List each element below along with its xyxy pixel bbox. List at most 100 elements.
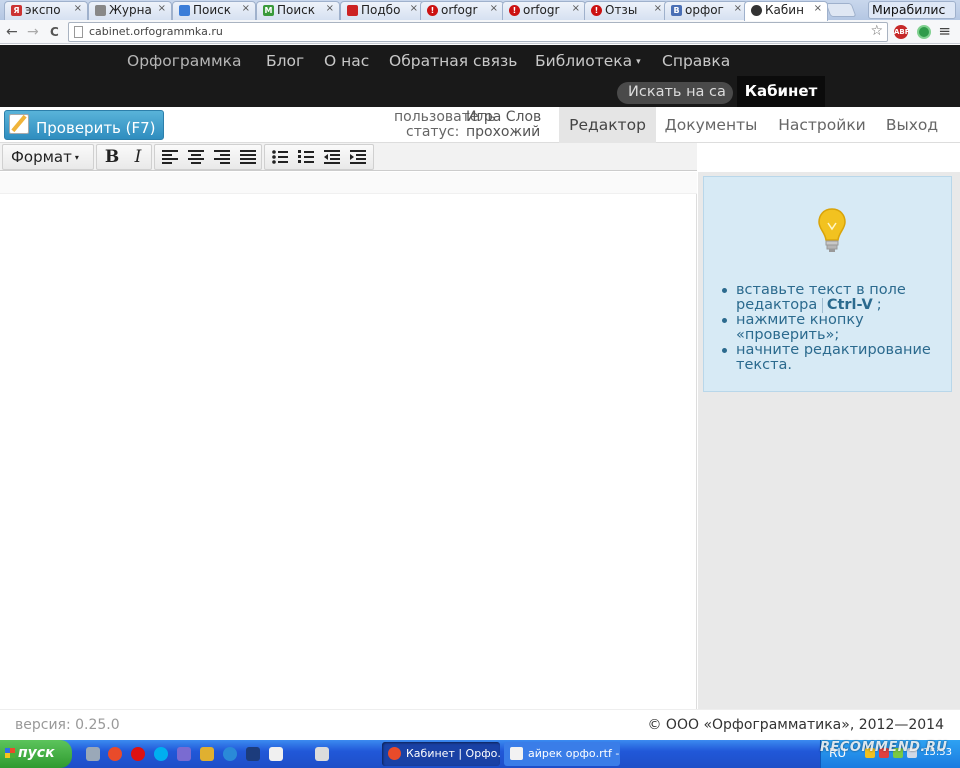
alignment-group bbox=[154, 144, 262, 170]
chrome-icon[interactable] bbox=[108, 747, 122, 761]
tab-editor[interactable]: Редактор bbox=[559, 107, 656, 143]
browser-tab[interactable]: Поиск × bbox=[172, 1, 256, 20]
ie-icon[interactable] bbox=[223, 747, 237, 761]
indent-icon[interactable] bbox=[347, 147, 369, 167]
nav-item-feedback[interactable]: Обратная связь bbox=[389, 52, 517, 70]
adblock-icon[interactable]: ABP bbox=[894, 25, 910, 39]
vk-icon: B bbox=[671, 5, 682, 16]
chevron-down-icon: ▾ bbox=[636, 57, 641, 67]
windows-logo-icon bbox=[5, 748, 15, 758]
user-status: прохожий bbox=[466, 124, 541, 140]
align-center-icon[interactable] bbox=[185, 147, 207, 167]
browser-tab[interactable]: Подбо × bbox=[340, 1, 424, 20]
close-icon[interactable]: × bbox=[490, 3, 498, 14]
browser-tab[interactable]: ! orfogr × bbox=[420, 1, 504, 20]
desktop-icon[interactable] bbox=[86, 747, 100, 761]
back-icon[interactable]: ← bbox=[6, 23, 18, 41]
yandex-icon: Я bbox=[11, 5, 22, 16]
notepad-icon[interactable] bbox=[315, 747, 329, 761]
opera-icon[interactable] bbox=[131, 747, 145, 761]
chart-icon bbox=[347, 5, 358, 16]
taskbar-item-browser[interactable]: Кабинет | Орфо... bbox=[382, 742, 500, 766]
site-search-input[interactable]: Искать на са bbox=[617, 82, 733, 104]
nav-item-library[interactable]: Библиотека ▾ bbox=[535, 52, 641, 70]
user-info: пользователь статус: Игра Слов прохожий bbox=[394, 110, 541, 140]
help-sidebar: вставьте текст в поле редактора Ctrl-V; … bbox=[698, 172, 960, 709]
close-icon[interactable]: × bbox=[410, 3, 418, 14]
document-icon[interactable] bbox=[269, 747, 283, 761]
taskbar-item-label: айрек орфо.rtf -... bbox=[528, 747, 620, 760]
close-icon[interactable]: × bbox=[158, 3, 166, 14]
nav-item-about[interactable]: О нас bbox=[324, 52, 369, 70]
browser-toolbar: ← → C cabinet.orfogrammka.ru ☆ ABP ≡ bbox=[0, 20, 960, 44]
new-tab-button[interactable] bbox=[825, 3, 857, 17]
hint-box: вставьте текст в поле редактора Ctrl-V; … bbox=[703, 176, 952, 392]
tab-logout[interactable]: Выход bbox=[878, 107, 946, 143]
site-footer: версия: 0.25.0 © ООО «Орфограмматика», 2… bbox=[0, 709, 960, 740]
close-icon[interactable]: × bbox=[242, 3, 250, 14]
copyright-text: © ООО «Орфограмматика», 2012—2014 bbox=[647, 717, 944, 733]
browser-tab-label: Поиск bbox=[277, 3, 316, 17]
nav-item-cabinet[interactable]: Кабинет bbox=[737, 76, 825, 107]
version-text: версия: 0.25.0 bbox=[15, 717, 120, 733]
close-icon[interactable]: × bbox=[654, 3, 662, 14]
loading-icon bbox=[179, 5, 190, 16]
outdent-icon[interactable] bbox=[321, 147, 343, 167]
bookmark-star-icon[interactable]: ☆ bbox=[870, 23, 883, 39]
tool-icon[interactable] bbox=[200, 747, 214, 761]
close-icon[interactable]: × bbox=[734, 3, 742, 14]
browser-tab-label: orfogr bbox=[523, 3, 560, 17]
messenger-icon[interactable] bbox=[177, 747, 191, 761]
align-justify-icon[interactable] bbox=[237, 147, 259, 167]
menu-icon[interactable]: ≡ bbox=[938, 24, 951, 39]
profile-name[interactable]: Мирабилис bbox=[868, 1, 956, 19]
browser-tab-label: экспо bbox=[25, 3, 61, 17]
list-group bbox=[264, 144, 374, 170]
format-dropdown-label: Формат bbox=[11, 148, 72, 166]
browser-tab[interactable]: B орфог × bbox=[664, 1, 748, 20]
editor-ruler bbox=[0, 172, 697, 194]
align-right-icon[interactable] bbox=[211, 147, 233, 167]
orfogrammka-icon: ! bbox=[427, 5, 438, 16]
tab-settings[interactable]: Настройки bbox=[770, 107, 874, 143]
tab-documents[interactable]: Документы bbox=[658, 107, 764, 143]
hint-suffix: ; bbox=[876, 297, 882, 313]
forward-icon[interactable]: → bbox=[27, 23, 39, 41]
taskbar-item-document[interactable]: айрек орфо.rtf -... bbox=[504, 742, 620, 766]
lightbulb-icon bbox=[818, 208, 846, 252]
nav-brand[interactable]: Орфограммка bbox=[127, 52, 242, 70]
skype-icon[interactable] bbox=[154, 747, 168, 761]
italic-button[interactable]: I bbox=[127, 147, 149, 167]
format-dropdown[interactable]: Формат ▾ bbox=[2, 144, 94, 170]
browser-tab[interactable]: M Поиск × bbox=[256, 1, 340, 20]
check-button[interactable]: Проверить (F7) bbox=[4, 110, 164, 140]
window-icon[interactable] bbox=[246, 747, 260, 761]
browser-tab[interactable]: Журна × bbox=[88, 1, 172, 20]
bullet-list-icon[interactable] bbox=[269, 147, 291, 167]
editor-textarea[interactable] bbox=[0, 172, 697, 709]
close-icon[interactable]: × bbox=[326, 3, 334, 14]
hint-item: нажмите кнопку «проверить»; bbox=[718, 313, 950, 343]
document-icon bbox=[510, 747, 523, 760]
text-style-group: B I bbox=[96, 144, 152, 170]
orfogrammka-icon: ! bbox=[509, 5, 520, 16]
hint-list: вставьте текст в поле редактора Ctrl-V; … bbox=[718, 283, 950, 373]
close-icon[interactable]: × bbox=[814, 3, 822, 14]
close-icon[interactable]: × bbox=[74, 3, 82, 14]
extension-icon[interactable] bbox=[917, 25, 931, 39]
align-left-icon[interactable] bbox=[159, 147, 181, 167]
browser-tab-active[interactable]: Кабин × bbox=[744, 1, 828, 21]
browser-tab-label: Отзы bbox=[605, 3, 638, 17]
close-icon[interactable]: × bbox=[572, 3, 580, 14]
format-toolbar: Формат ▾ B I bbox=[0, 143, 697, 171]
numbered-list-icon[interactable] bbox=[295, 147, 317, 167]
nav-item-blog[interactable]: Блог bbox=[266, 52, 304, 70]
address-bar[interactable]: cabinet.orfogrammka.ru ☆ bbox=[68, 22, 888, 42]
browser-tab[interactable]: ! orfogr × bbox=[502, 1, 586, 20]
bold-button[interactable]: B bbox=[101, 147, 123, 167]
browser-tab[interactable]: ! Отзы × bbox=[584, 1, 668, 20]
nav-item-help[interactable]: Справка bbox=[662, 52, 730, 70]
start-button[interactable]: пуск bbox=[0, 740, 72, 768]
browser-tab[interactable]: Я экспо × bbox=[4, 1, 88, 20]
reload-icon[interactable]: C bbox=[50, 23, 59, 41]
